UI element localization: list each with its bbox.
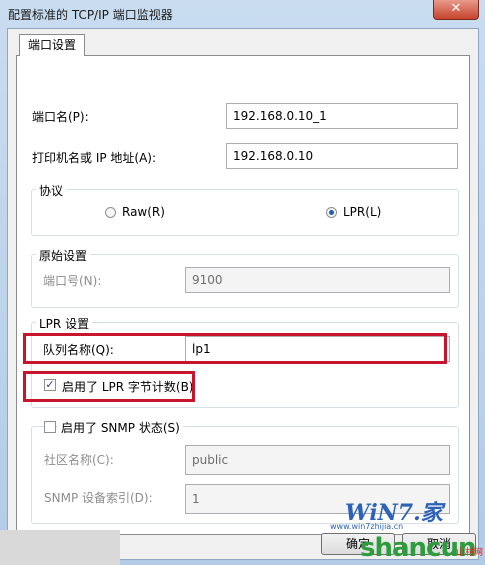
protocol-group: 协议 Raw(R) LPR(L): [31, 182, 459, 236]
queue-highlight-box: [23, 333, 447, 364]
port-number-input[interactable]: 9100: [185, 267, 450, 293]
community-name-label: 社区名称(C):: [44, 453, 114, 467]
close-icon: ✕: [450, 1, 462, 16]
printer-address-label: 打印机名或 IP 地址(A):: [32, 151, 157, 165]
window-title: 配置标准的 TCP/IP 端口监视器: [8, 8, 173, 22]
lpr-radio-label: LPR(L): [343, 205, 382, 219]
port-number-label: 端口号(N):: [43, 274, 102, 288]
watermark-url: www.win7zhijia.cn: [330, 522, 404, 531]
raw-radio[interactable]: [105, 207, 116, 218]
dialog-client: 端口设置 端口名(P): 192.168.0.10_1 打印机名或 IP 地址(…: [7, 28, 479, 560]
printer-address-input[interactable]: 192.168.0.10: [226, 143, 458, 169]
port-name-label: 端口名(P):: [32, 110, 89, 124]
byte-count-highlight-box: [23, 371, 195, 402]
raw-settings-title: 原始设置: [36, 247, 91, 264]
raw-radio-label: Raw(R): [122, 205, 165, 219]
raw-settings-group: 原始设置 端口号(N): 9100: [31, 247, 459, 308]
port-name-input[interactable]: 192.168.0.10_1: [226, 103, 458, 129]
snmp-enable-label: 启用了 SNMP 状态(S): [58, 419, 183, 436]
tab-port-settings[interactable]: 端口设置: [19, 34, 86, 56]
lpr-radio[interactable]: [326, 207, 337, 218]
tab-panel: 端口名(P): 192.168.0.10_1 打印机名或 IP 地址(A): 1…: [16, 55, 470, 535]
protocol-group-title: 协议: [36, 182, 67, 199]
watermark-strip: [0, 530, 120, 565]
lpr-settings-title: LPR 设置: [36, 315, 93, 332]
watermark-shancun-cn: 山村网: [456, 548, 484, 558]
close-button[interactable]: ✕: [433, 0, 479, 20]
community-name-input[interactable]: public: [185, 445, 450, 475]
snmp-index-label: SNMP 设备索引(D):: [44, 491, 153, 505]
title-bar: 配置标准的 TCP/IP 端口监视器 ✕: [0, 0, 485, 28]
dialog-window: 配置标准的 TCP/IP 端口监视器 ✕ 端口设置 端口名(P): 192.16…: [0, 0, 485, 565]
snmp-enable-checkbox[interactable]: [44, 421, 56, 433]
